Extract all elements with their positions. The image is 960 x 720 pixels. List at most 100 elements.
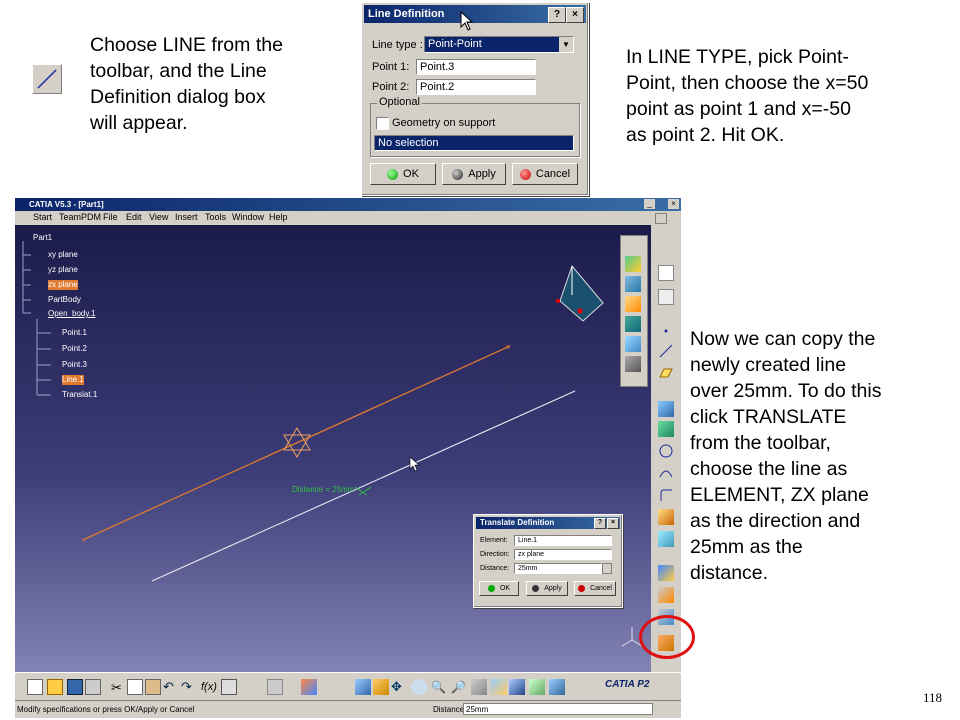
- element-field[interactable]: Line.1: [514, 535, 612, 546]
- translate-ok-button[interactable]: OK: [479, 581, 519, 596]
- new-file-icon[interactable]: [27, 679, 43, 695]
- projection-tool-icon[interactable]: [658, 401, 674, 417]
- close-button[interactable]: ×: [566, 7, 584, 23]
- chevron-down-icon[interactable]: ▼: [559, 37, 573, 52]
- open-folder-icon[interactable]: [47, 679, 63, 695]
- copy-icon[interactable]: [127, 679, 143, 695]
- intersection-tool-icon[interactable]: [658, 421, 674, 437]
- pan-icon[interactable]: ✥: [391, 679, 407, 695]
- status-text: Modify specifications or press OK/Apply …: [17, 705, 195, 714]
- iso-view-icon[interactable]: [491, 679, 507, 695]
- save-icon[interactable]: [67, 679, 83, 695]
- swap-icon[interactable]: [549, 679, 565, 695]
- menu-tools[interactable]: Tools: [205, 211, 226, 224]
- menu-teampdm[interactable]: TeamPDM: [59, 211, 101, 224]
- line-tool-icon[interactable]: [658, 343, 674, 359]
- split-tool-icon[interactable]: [658, 509, 674, 525]
- tree-item-partbody[interactable]: PartBody: [48, 295, 81, 305]
- tree-item-point-2[interactable]: Point.2: [62, 344, 87, 354]
- tree-item-yz-plane[interactable]: yz plane: [48, 265, 78, 275]
- circle-tool-icon[interactable]: [658, 443, 674, 459]
- zoom-out-icon[interactable]: 🔎: [451, 679, 467, 695]
- line-1-orange[interactable]: [84, 345, 511, 540]
- x-marker-icon: ×: [505, 342, 510, 352]
- spline-tool-icon[interactable]: [658, 465, 674, 481]
- symmetry-tool-icon[interactable]: [658, 587, 674, 603]
- paste-icon[interactable]: [145, 679, 161, 695]
- translate-cancel-button[interactable]: Cancel: [574, 581, 616, 596]
- floating-toolbar: [620, 235, 648, 387]
- menu-edit[interactable]: Edit: [126, 211, 142, 224]
- plane-tool-icon[interactable]: [658, 365, 674, 381]
- sketch-tool-icon[interactable]: [658, 289, 674, 305]
- tree-item-xy-plane[interactable]: xy plane: [48, 250, 78, 260]
- geometry-support-checkbox[interactable]: [376, 117, 389, 130]
- join-tool-icon[interactable]: [658, 531, 674, 547]
- blend-tool-icon[interactable]: [625, 336, 641, 352]
- normal-view-icon[interactable]: [471, 679, 487, 695]
- line-definition-dialog: Line Definition ? × Line type : Point-Po…: [361, 2, 589, 196]
- help-button[interactable]: ?: [548, 7, 566, 23]
- hide-show-icon[interactable]: [529, 679, 545, 695]
- point2-field[interactable]: Point.2: [416, 79, 536, 95]
- close-icon[interactable]: ×: [668, 199, 679, 209]
- cancel-button[interactable]: Cancel: [512, 163, 578, 185]
- rotate-view-icon[interactable]: [411, 679, 427, 695]
- menu-file[interactable]: File: [103, 211, 118, 224]
- line-tool-icon[interactable]: [32, 64, 62, 94]
- undo-icon[interactable]: ↶: [163, 679, 179, 695]
- zoom-in-icon[interactable]: 🔍: [431, 679, 447, 695]
- select-tool-icon[interactable]: [658, 265, 674, 281]
- status-distance-field[interactable]: 25mm: [463, 703, 653, 715]
- print-icon[interactable]: [85, 679, 101, 695]
- cut-icon[interactable]: ✂: [109, 679, 125, 696]
- tree-root[interactable]: Part1: [33, 233, 52, 243]
- apply-button[interactable]: Apply: [442, 163, 506, 185]
- direction-field[interactable]: zx plane: [514, 549, 612, 560]
- 3d-viewport[interactable]: × × Part1 xy plane yz plane zx plane Par…: [15, 225, 651, 672]
- point1-field[interactable]: Point.3: [416, 59, 536, 75]
- menu-start[interactable]: Start: [33, 211, 52, 224]
- tree-icon[interactable]: [301, 679, 317, 695]
- tree-item-translat-1[interactable]: Translat.1: [62, 390, 97, 400]
- distance-stepper[interactable]: [602, 563, 612, 574]
- compass-icon[interactable]: [556, 264, 604, 322]
- loft-tool-icon[interactable]: [625, 316, 641, 332]
- offset-tool-icon[interactable]: [625, 356, 641, 372]
- translate-ok-label: OK: [499, 585, 511, 592]
- shading-icon[interactable]: [509, 679, 525, 695]
- view-icon[interactable]: [355, 679, 371, 695]
- tree-item-open-body[interactable]: Open_body.1: [48, 309, 95, 319]
- formula-icon[interactable]: f(x): [201, 679, 217, 695]
- tree-item-zx-plane[interactable]: zx plane: [48, 280, 78, 290]
- distance-field[interactable]: 25mm: [514, 563, 602, 574]
- translate-close-button[interactable]: ×: [607, 518, 619, 529]
- table-icon[interactable]: [221, 679, 237, 695]
- right-toolbar: [651, 225, 681, 672]
- catia-titlebar[interactable]: CATIA V5.3 - [Part1] _ ×: [15, 198, 681, 211]
- menu-view[interactable]: View: [149, 211, 168, 224]
- tree-item-point-3[interactable]: Point.3: [62, 360, 87, 370]
- point-tool-icon[interactable]: [658, 323, 674, 339]
- translate-apply-button[interactable]: Apply: [526, 581, 568, 596]
- distance-label: Distance:: [480, 565, 510, 572]
- redo-icon[interactable]: ↷: [181, 679, 197, 695]
- fill-tool-icon[interactable]: [625, 296, 641, 312]
- menu-insert[interactable]: Insert: [175, 211, 198, 224]
- corner-tool-icon[interactable]: [658, 487, 674, 503]
- sweep-tool-icon[interactable]: [625, 276, 641, 292]
- translate-help-button[interactable]: ?: [594, 518, 606, 529]
- ok-button[interactable]: OK: [370, 163, 436, 185]
- surface-tool-icon[interactable]: [625, 256, 641, 272]
- fit-all-icon[interactable]: [373, 679, 389, 695]
- tree-item-point-1[interactable]: Point.1: [62, 328, 87, 338]
- minimize-icon[interactable]: _: [644, 199, 655, 209]
- selection-field[interactable]: No selection: [374, 135, 574, 151]
- line-type-select[interactable]: Point-Point ▼: [424, 36, 574, 53]
- fly-icon[interactable]: [267, 679, 283, 695]
- restore-icon[interactable]: [655, 213, 667, 224]
- extrapolate-tool-icon[interactable]: [658, 565, 674, 581]
- menu-window[interactable]: Window: [232, 211, 264, 224]
- tree-item-line-1[interactable]: Line.1: [62, 375, 84, 385]
- menu-help[interactable]: Help: [269, 211, 288, 224]
